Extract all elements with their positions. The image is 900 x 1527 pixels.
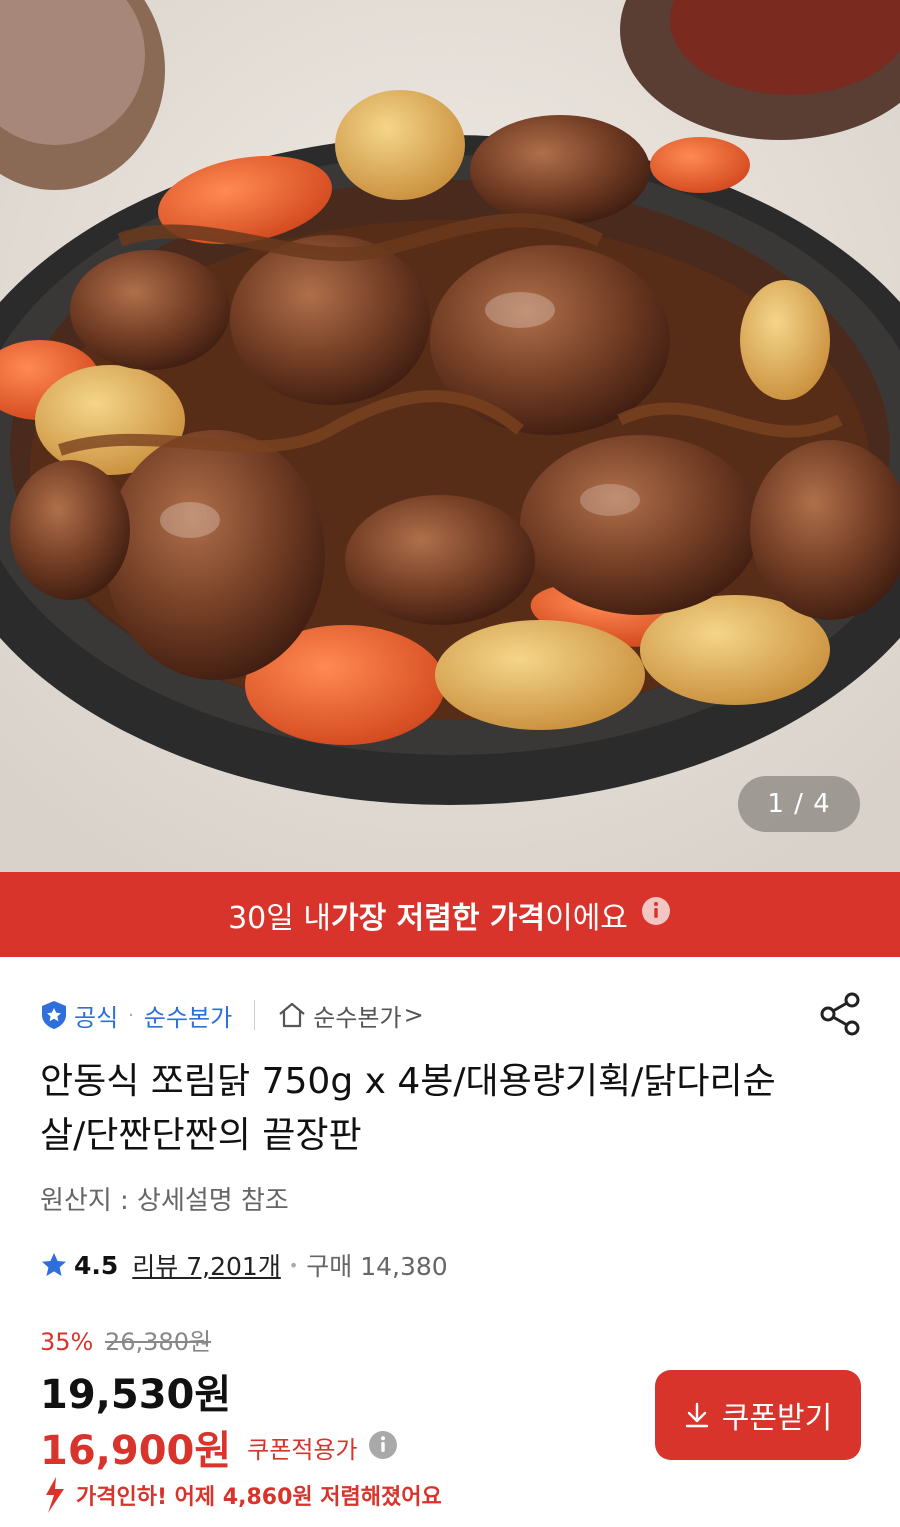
origin-info: 원산지 : 상세설명 참조: [40, 1186, 289, 1216]
purchase-count: 구매 14,380: [306, 1252, 448, 1281]
discount-percent: 35%: [40, 1328, 94, 1356]
get-coupon-button[interactable]: 쿠폰받기: [655, 1370, 861, 1460]
download-icon: [685, 1402, 708, 1428]
coupon-price-row: 16,900원 쿠폰적용가: [40, 1418, 398, 1476]
home-icon: [279, 1002, 305, 1028]
info-icon[interactable]: [640, 895, 672, 935]
product-photo: [0, 0, 900, 872]
sale-price: 19,530원: [40, 1372, 232, 1418]
seller-row: 공식 · 순수본가 순수본가 >: [40, 995, 424, 1035]
lowest-price-banner[interactable]: 30일 내 가장 저렴한 가격 이에요: [0, 872, 900, 957]
share-icon: [820, 992, 860, 1036]
divider: [254, 1000, 256, 1030]
brand-link[interactable]: 순수본가: [144, 998, 232, 1033]
shield-star-icon: [42, 1001, 66, 1029]
product-image-gallery[interactable]: 1 / 4: [0, 0, 900, 872]
official-badge: 공식: [40, 998, 118, 1033]
coupon-price-label: 쿠폰적용가: [247, 1435, 358, 1464]
discount-row: 35% 26,380원: [40, 1322, 211, 1357]
price-drop-notice: 가격인하! 어제 4,860원 저렴해졌어요: [38, 1475, 442, 1515]
official-label: 공식: [74, 1003, 119, 1032]
rating-score: 4.5: [74, 1250, 119, 1280]
banner-text-post: 이에요: [545, 900, 628, 936]
get-coupon-label: 쿠폰받기: [721, 1401, 833, 1436]
review-count-link[interactable]: 리뷰 7,201개: [132, 1247, 281, 1283]
separator-dot: •: [288, 1255, 299, 1275]
product-title: 안동식 쪼림닭 750g x 4봉/대용량기획/닭다리순살/단짠단짠의 끝장판: [40, 1061, 776, 1156]
coupon-price: 16,900원: [40, 1428, 232, 1474]
original-price: 26,380원: [104, 1328, 212, 1356]
star-icon: [42, 1253, 66, 1276]
share-button[interactable]: [818, 990, 864, 1038]
rating-row[interactable]: 4.5 리뷰 7,201개 • 구매 14,380: [40, 1245, 448, 1285]
store-link[interactable]: 순수본가 >: [277, 998, 424, 1033]
store-label: 순수본가: [313, 1003, 402, 1032]
price-down-arrow-icon: [46, 1477, 64, 1513]
chevron-right-icon: >: [403, 1001, 424, 1029]
price-drop-text: 가격인하! 어제 4,860원 저렴해졌어요: [76, 1485, 442, 1510]
banner-text-bold: 가장 저렴한 가격: [331, 900, 546, 936]
info-icon[interactable]: [368, 1430, 398, 1464]
image-counter: 1 / 4: [738, 776, 860, 832]
separator-dot: ·: [128, 1004, 134, 1026]
banner-text-pre: 30일 내: [228, 900, 331, 936]
